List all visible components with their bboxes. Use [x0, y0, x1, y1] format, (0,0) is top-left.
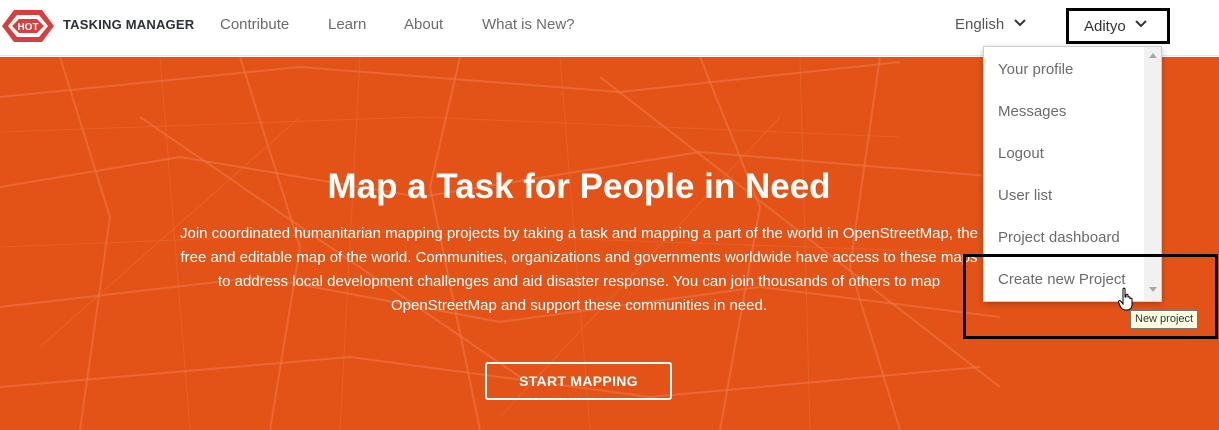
menu-item-project-dashboard[interactable]: Project dashboard	[998, 229, 1120, 246]
username: Adityo	[1084, 18, 1126, 35]
menu-item-messages[interactable]: Messages	[998, 103, 1066, 120]
hand-cursor-icon	[1118, 287, 1133, 311]
user-dropdown-menu: Your profile Messages Logout User list P…	[983, 46, 1162, 302]
menu-item-create-new-project[interactable]: Create new Project	[998, 271, 1126, 288]
tooltip: New project	[1130, 310, 1199, 329]
language-selector[interactable]: English	[955, 16, 1026, 33]
hero-description: Join coordinated humanitarian mapping pr…	[180, 225, 978, 314]
logo-text: HOT	[17, 22, 38, 33]
brand-name[interactable]: TASKING MANAGER	[63, 17, 194, 32]
nav-contribute[interactable]: Contribute	[220, 16, 289, 33]
hot-logo[interactable]: HOT	[0, 6, 56, 46]
scroll-up-icon[interactable]	[1149, 53, 1157, 58]
menu-item-your-profile[interactable]: Your profile	[998, 61, 1073, 78]
user-menu-button[interactable]: Adityo	[1066, 8, 1170, 44]
menu-item-logout[interactable]: Logout	[998, 145, 1044, 162]
language-label: English	[955, 16, 1005, 33]
menu-scrollbar[interactable]	[1144, 47, 1161, 301]
menu-item-user-list[interactable]: User list	[998, 187, 1052, 204]
scroll-down-icon[interactable]	[1149, 287, 1157, 292]
chevron-down-icon	[1135, 20, 1147, 28]
nav-about[interactable]: About	[404, 16, 443, 33]
nav-whats-new[interactable]: What is New?	[482, 16, 575, 33]
nav-learn[interactable]: Learn	[328, 16, 366, 33]
chevron-down-icon	[1014, 19, 1026, 27]
start-mapping-button[interactable]: START MAPPING	[485, 362, 672, 400]
